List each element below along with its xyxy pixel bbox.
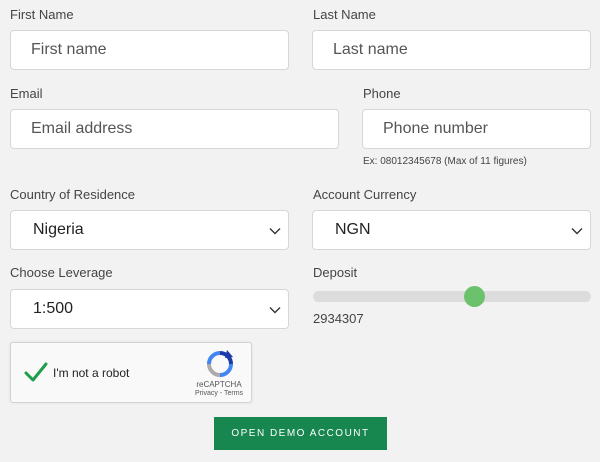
chevron-down-icon (269, 228, 281, 235)
chevron-down-icon (269, 307, 281, 314)
phone-hint: Ex: 08012345678 (Max of 11 figures) (363, 156, 527, 167)
phone-label: Phone (363, 86, 401, 101)
email-label: Email (10, 86, 43, 101)
currency-value: NGN (335, 221, 371, 238)
leverage-value: 1:500 (33, 300, 74, 317)
recaptcha-terms-link[interactable]: Privacy - Terms (181, 390, 257, 397)
recaptcha-brand: reCAPTCHA (196, 380, 242, 389)
open-demo-account-button[interactable]: OPEN DEMO ACCOUNT (214, 417, 387, 450)
phone-input[interactable]: Phone number (362, 109, 591, 149)
deposit-value: 2934307 (313, 311, 364, 326)
country-label: Country of Residence (10, 187, 136, 202)
first-name-input[interactable]: First name (10, 30, 289, 70)
deposit-slider-thumb[interactable] (464, 286, 486, 307)
checkmark-icon[interactable] (23, 359, 49, 385)
country-value: Nigeria (33, 221, 84, 238)
last-name-input[interactable]: Last name (312, 30, 591, 70)
leverage-label: Choose Leverage (10, 265, 113, 280)
currency-select[interactable]: NGN (312, 210, 591, 250)
leverage-select[interactable]: 1:500 (10, 289, 289, 329)
first-name-label: First Name (10, 7, 74, 22)
currency-label: Account Currency (313, 187, 417, 202)
recaptcha-logo-icon (207, 350, 233, 377)
last-name-label: Last Name (313, 7, 376, 22)
recaptcha-widget: I'm not a robot reCAPTCHA Privacy - Term… (10, 342, 252, 403)
deposit-label: Deposit (313, 265, 358, 280)
chevron-down-icon (571, 228, 583, 235)
country-select[interactable]: Nigeria (10, 210, 289, 250)
recaptcha-label: I'm not a robot (53, 366, 130, 380)
email-input[interactable]: Email address (10, 109, 339, 149)
deposit-slider[interactable] (313, 286, 591, 307)
